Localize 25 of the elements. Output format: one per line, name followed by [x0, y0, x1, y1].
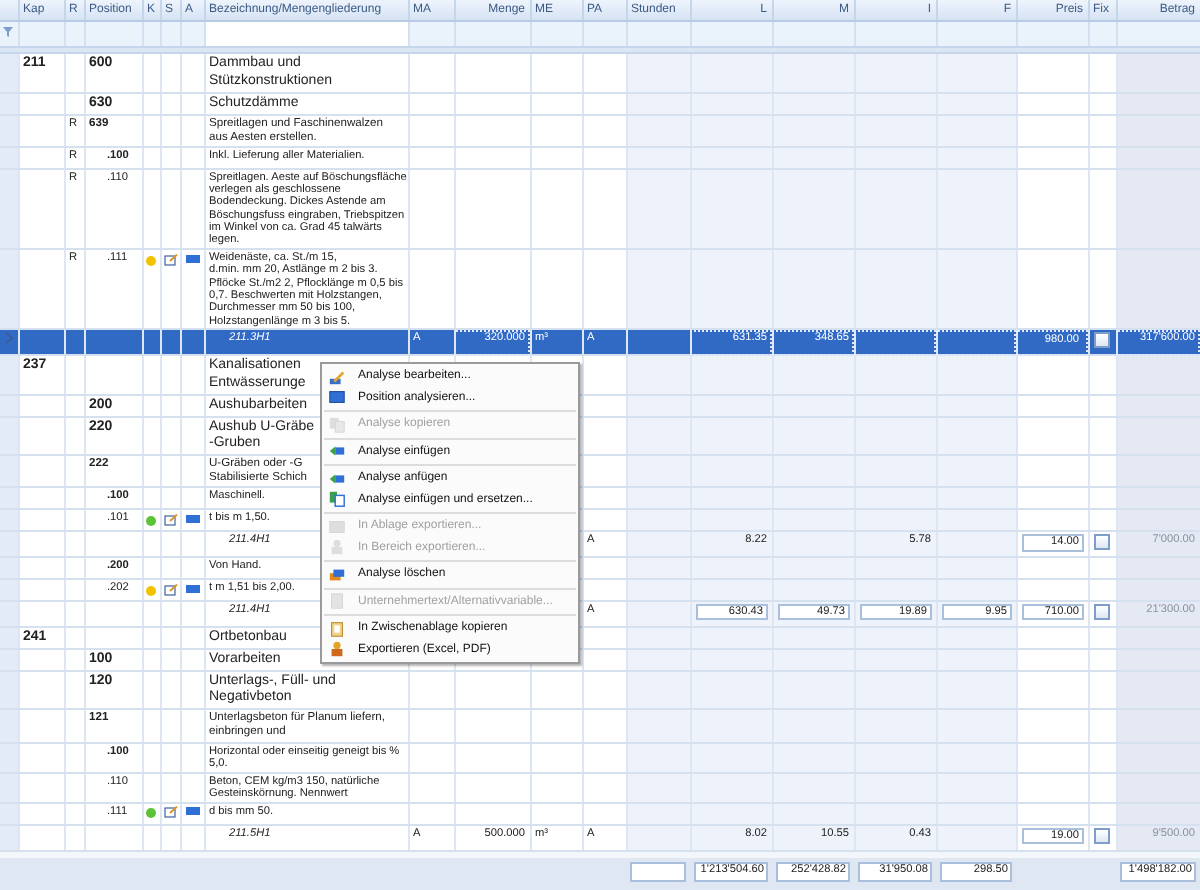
copy-icon	[328, 415, 346, 434]
pencil-icon	[328, 367, 346, 386]
clipboard-icon	[328, 619, 346, 638]
card-icon[interactable]	[185, 583, 199, 594]
card-icon[interactable]	[185, 806, 199, 817]
stacked-blocks-icon	[328, 565, 346, 584]
filter-icon[interactable]	[2, 26, 14, 38]
panel-icon	[328, 388, 346, 407]
replace-icon	[328, 490, 346, 509]
insert-arrow-icon	[328, 442, 346, 461]
row-pointer-icon	[4, 332, 14, 345]
fix-checkbox[interactable]	[1093, 332, 1109, 349]
fix-checkbox[interactable]	[1093, 827, 1109, 844]
fix-checkbox[interactable]	[1093, 604, 1109, 621]
note-icon[interactable]	[163, 253, 177, 266]
fix-checkbox[interactable]	[1093, 534, 1109, 551]
note-icon[interactable]	[163, 513, 177, 526]
document-icon	[328, 592, 346, 611]
note-icon[interactable]	[163, 806, 177, 819]
card-icon[interactable]	[185, 513, 199, 524]
export-person-icon	[328, 640, 346, 659]
note-icon[interactable]	[163, 583, 177, 596]
card-icon[interactable]	[185, 253, 199, 264]
append-arrow-icon	[328, 469, 346, 488]
total-field	[630, 861, 686, 882]
